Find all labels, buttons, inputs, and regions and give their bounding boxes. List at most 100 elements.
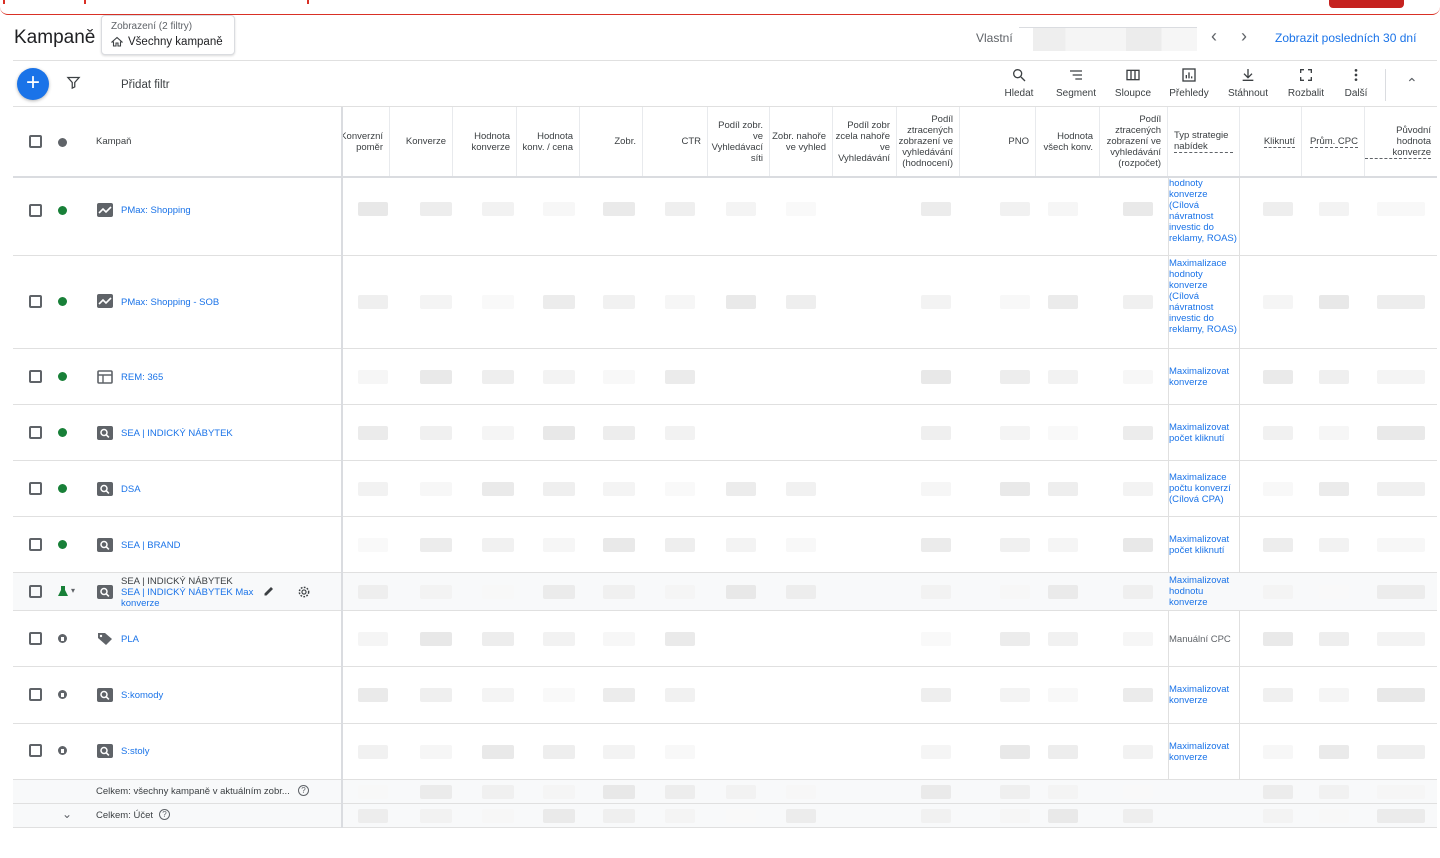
status-enabled-icon[interactable]	[58, 428, 67, 437]
row-checkbox[interactable]	[29, 482, 42, 495]
table-row[interactable]: ▾ SEA | INDICKÝ NÁBYTEK SEA | INDICKÝ NÁ…	[13, 573, 1437, 611]
status-enabled-icon[interactable]	[58, 297, 67, 306]
col-header[interactable]: Původní hodnota konverze	[1365, 107, 1437, 176]
select-all-checkbox[interactable]	[29, 135, 42, 148]
status-paused-icon[interactable]	[58, 746, 67, 755]
col-header[interactable]: Hodnota všech konv.	[1036, 107, 1100, 176]
row-checkbox[interactable]	[29, 744, 42, 757]
row-checkbox[interactable]	[29, 585, 42, 598]
frozen-column-divider	[341, 107, 343, 828]
table-row[interactable]: PLA Manuální CPC	[13, 611, 1437, 667]
row-checkbox[interactable]	[29, 538, 42, 551]
redacted-value	[665, 585, 695, 599]
redacted-value	[1263, 809, 1293, 823]
col-header[interactable]: CTR	[643, 107, 708, 176]
add-campaign-button[interactable]: +	[17, 68, 49, 100]
row-checkbox[interactable]	[29, 426, 42, 439]
campaign-name-link[interactable]: REM: 365	[121, 372, 163, 383]
chevron-down-icon[interactable]: ⌄	[62, 807, 72, 821]
col-header[interactable]: Kliknutí	[1240, 107, 1302, 176]
col-header[interactable]: Hodnota konverze	[453, 107, 517, 176]
date-range-picker[interactable]	[1019, 27, 1197, 51]
col-header[interactable]: Podíl ztracených zobrazení ve vyhledáván…	[1100, 107, 1168, 176]
previous-period-icon[interactable]: ‹	[1211, 26, 1217, 46]
view-selector[interactable]: Zobrazení (2 filtry) Všechny kampaně	[101, 15, 235, 55]
campaign-name-link[interactable]: SEA | INDICKÝ NÁBYTEK	[121, 428, 233, 439]
redacted-value	[482, 632, 514, 646]
settings-gear-icon[interactable]	[297, 585, 311, 599]
col-header[interactable]: Typ strategie nabídek	[1168, 107, 1240, 176]
row-checkbox[interactable]	[29, 295, 42, 308]
redacted-value	[1319, 426, 1349, 440]
campaign-name-link[interactable]: S:komody	[121, 690, 163, 701]
col-header[interactable]: Zobr.	[580, 107, 643, 176]
col-header[interactable]: Konverze	[390, 107, 453, 176]
status-dropdown-icon[interactable]: ▾	[71, 586, 75, 595]
campaign-name-link[interactable]: S:stoly	[121, 746, 150, 757]
help-icon[interactable]: ?	[298, 785, 309, 796]
col-header[interactable]: Podíl zobr. ve Vyhledávací síti	[708, 107, 770, 176]
redacted-value	[420, 632, 452, 646]
row-checkbox[interactable]	[29, 204, 42, 217]
table-row[interactable]: REM: 365 Maximalizovat konverze	[13, 349, 1437, 405]
last-30-days-link[interactable]: Zobrazit posledních 30 dní	[1275, 31, 1416, 45]
status-paused-icon[interactable]	[58, 634, 67, 643]
collapse-chevron-icon[interactable]: ⌃	[1406, 75, 1418, 92]
redacted-value	[482, 745, 514, 759]
row-checkbox[interactable]	[29, 632, 42, 645]
table-row[interactable]: PMax: Shopping - SOB Maximalizace hodnot…	[13, 256, 1437, 349]
experiment-icon	[58, 586, 68, 596]
redacted-value	[543, 688, 575, 702]
col-campaign-header[interactable]: Kampaň	[96, 136, 131, 147]
redacted-value	[543, 632, 575, 646]
table-row[interactable]: S:komody Maximalizovat konverze	[13, 667, 1437, 724]
col-header[interactable]: Prům. CPC	[1302, 107, 1365, 176]
more-button[interactable]: Další	[1328, 67, 1384, 99]
download-button[interactable]: Stáhnout	[1220, 67, 1276, 99]
expand-button[interactable]: Rozbalit	[1278, 67, 1334, 99]
next-period-icon[interactable]: ›	[1241, 26, 1247, 46]
segment-button[interactable]: Segment	[1048, 67, 1104, 99]
redacted-value	[358, 482, 388, 496]
search-button[interactable]: Hledat	[991, 67, 1047, 99]
row-checkbox[interactable]	[29, 688, 42, 701]
edit-pencil-icon[interactable]	[263, 585, 275, 597]
bid-strategy: Maximalizovat hodnotu konverze	[1169, 575, 1230, 608]
help-icon[interactable]: ?	[159, 809, 170, 820]
filter-icon[interactable]	[66, 75, 81, 95]
col-header[interactable]: Hodnota konv. / cena	[517, 107, 580, 176]
col-header[interactable]: Podíl zobr zcela nahoře ve Vyhledávání	[833, 107, 897, 176]
campaign-name-link[interactable]: PLA	[121, 634, 139, 645]
campaign-name-link[interactable]: PMax: Shopping	[121, 205, 191, 216]
table-row[interactable]: SEA | BRAND Maximalizovat počet kliknutí	[13, 517, 1437, 573]
status-enabled-icon[interactable]	[58, 206, 67, 215]
col-header[interactable]: Konverzní poměr	[343, 107, 390, 176]
redacted-value	[420, 295, 452, 309]
campaign-name-link[interactable]: PMax: Shopping - SOB	[121, 297, 219, 308]
col-header[interactable]: Zobr. nahoře ve vyhled	[770, 107, 833, 176]
campaign-name-link[interactable]: SEA | INDICKÝ NÁBYTEK Max konverze	[121, 587, 261, 609]
table-row[interactable]: PMax: Shopping hodnoty konverze (Cílová …	[13, 178, 1437, 256]
alert-action-button[interactable]	[1329, 0, 1404, 8]
add-filter-input[interactable]: Přidat filtr	[121, 79, 170, 91]
row-checkbox[interactable]	[29, 370, 42, 383]
columns-button[interactable]: Sloupce	[1105, 67, 1161, 99]
status-enabled-icon[interactable]	[58, 540, 67, 549]
col-header[interactable]: Podíl ztracených zobrazení ve vyhledáván…	[897, 107, 960, 176]
table-row[interactable]: SEA | INDICKÝ NÁBYTEK Maximalizovat poče…	[13, 405, 1437, 461]
redacted-value	[1123, 202, 1153, 216]
status-enabled-icon[interactable]	[58, 484, 67, 493]
alert-marker	[307, 0, 309, 4]
table-row[interactable]: S:stoly Maximalizovat konverze	[13, 724, 1437, 780]
redacted-value	[482, 688, 514, 702]
reports-button[interactable]: Přehledy	[1161, 67, 1217, 99]
col-header[interactable]: PNO	[960, 107, 1036, 176]
redacted-value	[1000, 785, 1030, 799]
campaign-name-link[interactable]: SEA | BRAND	[121, 540, 181, 551]
search-button-label: Hledat	[1004, 88, 1034, 99]
status-enabled-icon[interactable]	[58, 372, 67, 381]
table-row[interactable]: DSA Maximalizace počtu konverzí (Cílová …	[13, 461, 1437, 517]
status-paused-icon[interactable]	[58, 690, 67, 699]
campaign-name-link[interactable]: DSA	[121, 484, 141, 495]
redacted-value	[1319, 785, 1349, 799]
